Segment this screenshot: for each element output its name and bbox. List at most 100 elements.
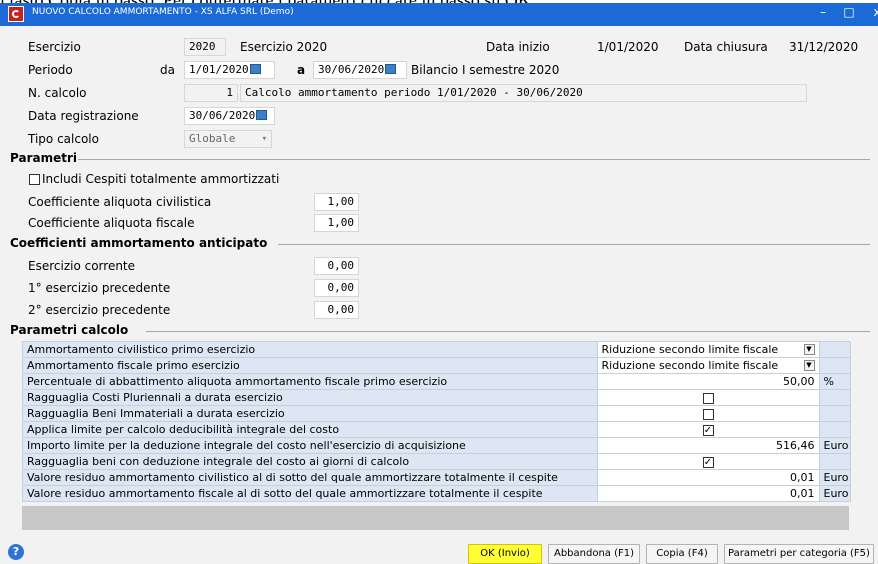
parameter-checkbox-cell[interactable]: [597, 389, 820, 406]
tipo-calcolo-value: Globale: [189, 132, 236, 145]
select-wrapper: Riduzione secondo limite fiscale ▼: [602, 358, 815, 373]
parameter-label: Ragguaglia Beni Immateriali a durata ese…: [23, 405, 598, 422]
parameter-number-input[interactable]: 516,46: [597, 437, 820, 454]
esercizio-corrente-label: Esercizio corrente: [28, 259, 136, 273]
periodo-a-label: a: [297, 63, 306, 77]
periodo-a-field[interactable]: 30/06/2020: [313, 61, 407, 79]
parameter-unit: Euro: [819, 437, 851, 454]
periodo-label: Periodo: [28, 63, 73, 77]
parameter-unit: [819, 389, 851, 406]
parameter-label: Valore residuo ammortamento civilistico …: [23, 469, 598, 486]
parameter-checkbox-cell[interactable]: ✓: [597, 453, 820, 470]
checkbox-unchecked[interactable]: [702, 392, 714, 404]
calendar-icon[interactable]: [385, 64, 397, 74]
periodo-da-field[interactable]: 1/01/2020: [184, 61, 275, 79]
table-row: Applica limite per calcolo deducibilità …: [23, 421, 851, 438]
esercizio-field[interactable]: 2020: [184, 38, 226, 56]
abbandona-button[interactable]: Abbandona (F1): [548, 544, 640, 564]
ncalcolo-label: N. calcolo: [28, 86, 87, 100]
grid-empty-area: [22, 506, 849, 530]
coeff-civilistica-input[interactable]: 1,00: [314, 193, 359, 211]
parametri-categoria-button[interactable]: Parametri per categoria (F5): [724, 544, 874, 564]
maximize-button[interactable]: □: [838, 4, 860, 22]
chevron-down-icon: ▾: [261, 134, 267, 144]
anticipato-section-title: Coefficienti ammortamento anticipato: [10, 236, 268, 250]
select-value: Riduzione secondo limite fiscale: [601, 343, 779, 356]
parameter-label: Ragguaglia Costi Pluriennali a durata es…: [23, 389, 598, 406]
window-title: NUOVO CALCOLO AMMORTAMENTO - XS ALFA SRL…: [32, 7, 294, 17]
data-chiusura-label: Data chiusura: [684, 40, 768, 54]
section-divider: [146, 331, 870, 332]
periodo-description: Bilancio I semestre 2020: [411, 63, 560, 77]
checkbox-checked[interactable]: ✓: [702, 424, 714, 436]
table-row: Importo limite per la deduzione integral…: [23, 437, 851, 454]
parameter-unit: [819, 421, 851, 438]
table-row: Ragguaglia Beni Immateriali a durata ese…: [23, 405, 851, 422]
data-registrazione-field[interactable]: 30/06/2020: [184, 107, 275, 125]
table-row: Percentuale di abbattimento aliquota amm…: [23, 373, 851, 390]
parameter-unit: %: [819, 373, 851, 390]
esercizio-corrente-input[interactable]: 0,00: [314, 257, 359, 275]
table-row: Ragguaglia beni con deduzione integrale …: [23, 453, 851, 470]
periodo-da-label: da: [160, 63, 175, 77]
minimize-button[interactable]: –: [812, 4, 834, 22]
table-row: Ammortamento civilistico primo esercizio…: [23, 342, 851, 358]
parameter-unit: [819, 342, 851, 358]
esercizio-description: Esercizio 2020: [240, 40, 328, 54]
esercizio-prec1-label: 1° esercizio precedente: [28, 281, 171, 295]
tipo-calcolo-select[interactable]: Globale ▾: [184, 130, 272, 148]
section-divider: [278, 244, 870, 245]
periodo-da-value: 1/01/2020: [189, 63, 249, 76]
parameter-number-input[interactable]: 0,01: [597, 485, 820, 502]
app-logo-icon: [8, 6, 24, 22]
parameter-checkbox-cell[interactable]: [597, 405, 820, 422]
parameter-label: Valore residuo ammortamento fiscale al d…: [23, 485, 598, 502]
checkbox-unchecked[interactable]: [702, 408, 714, 420]
coeff-fiscale-input[interactable]: 1,00: [314, 214, 359, 232]
parameter-label: Percentuale di abbattimento aliquota amm…: [23, 373, 598, 390]
data-registrazione-value: 30/06/2020: [189, 109, 256, 122]
checkbox-checked[interactable]: ✓: [702, 456, 714, 468]
parametri-calcolo-grid: Ammortamento civilistico primo esercizio…: [22, 341, 851, 502]
calendar-icon[interactable]: [256, 110, 268, 120]
select-value: Riduzione secondo limite fiscale: [601, 359, 779, 372]
includi-ammortizzati-checkbox[interactable]: [29, 174, 40, 185]
parameter-unit: Euro: [819, 469, 851, 486]
ok-button[interactable]: OK (Invio): [468, 544, 542, 564]
parameter-number-input[interactable]: 0,01: [597, 469, 820, 486]
chevron-down-icon[interactable]: ▼: [803, 344, 815, 355]
copia-button[interactable]: Copia (F4): [646, 544, 718, 564]
help-icon[interactable]: ?: [8, 544, 24, 560]
data-inizio-label: Data inizio: [486, 40, 550, 54]
data-registrazione-label: Data registrazione: [28, 109, 139, 123]
parameter-unit: [819, 405, 851, 422]
esercizio-prec2-input[interactable]: 0,00: [314, 301, 359, 319]
parametri-calcolo-section-title: Parametri calcolo: [10, 323, 129, 337]
parameter-number-input[interactable]: 50,00: [597, 373, 820, 390]
parameter-label: Importo limite per la deduzione integral…: [23, 437, 598, 454]
data-inizio-value: 1/01/2020: [597, 40, 659, 54]
parameter-unit: [819, 453, 851, 470]
parameter-select[interactable]: Riduzione secondo limite fiscale ▼: [597, 357, 820, 374]
parameter-checkbox-cell[interactable]: ✓: [597, 421, 820, 438]
parameter-unit: [819, 357, 851, 374]
ncalcolo-description-field[interactable]: Calcolo ammortamento periodo 1/01/2020 -…: [240, 84, 807, 102]
section-divider: [78, 159, 870, 160]
ncalcolo-field: 1: [184, 84, 238, 102]
calendar-icon[interactable]: [249, 64, 261, 74]
select-wrapper: Riduzione secondo limite fiscale ▼: [602, 342, 815, 357]
parametri-section-title: Parametri: [10, 151, 77, 165]
table-row: Ammortamento fiscale primo esercizio Ridu…: [23, 357, 851, 374]
coeff-fiscale-label: Coefficiente aliquota fiscale: [28, 216, 195, 230]
table-row: Ragguaglia Costi Pluriennali a durata es…: [23, 389, 851, 406]
chevron-down-icon[interactable]: ▼: [803, 360, 815, 371]
tipo-calcolo-label: Tipo calcolo: [28, 132, 99, 146]
table-row: Valore residuo ammortamento fiscale al d…: [23, 485, 851, 502]
esercizio-prec1-input[interactable]: 0,00: [314, 279, 359, 297]
coeff-civilistica-label: Coefficiente aliquota civilistica: [28, 195, 212, 209]
parameter-label: Ammortamento fiscale primo esercizio: [23, 357, 598, 374]
periodo-a-value: 30/06/2020: [318, 63, 385, 76]
close-button[interactable]: x: [866, 4, 878, 22]
parameter-select[interactable]: Riduzione secondo limite fiscale ▼: [597, 342, 820, 358]
data-chiusura-value: 31/12/2020: [789, 40, 859, 54]
